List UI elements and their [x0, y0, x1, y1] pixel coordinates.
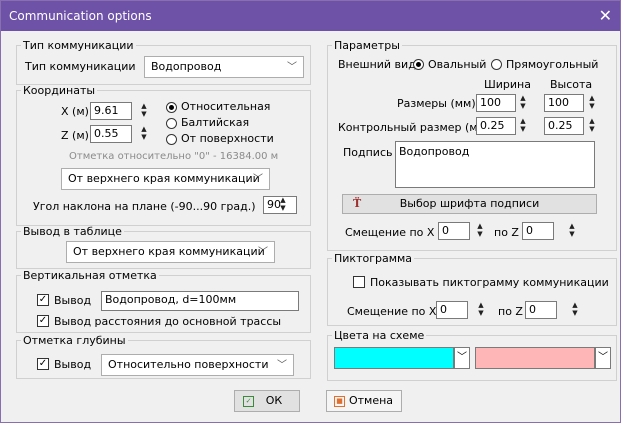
- picto-offset-x-spin-icon[interactable]: ▲ ▼: [476, 301, 486, 319]
- cancel-icon: ■: [334, 396, 345, 407]
- control-size-label: Контрольный размер (м): [338, 121, 482, 134]
- vertical-output-label: Вывод: [54, 294, 92, 307]
- show-pictogram-checkbox[interactable]: [353, 276, 365, 288]
- chevron-down-icon: ﹀: [258, 247, 268, 258]
- picto-offset-z-input[interactable]: 0: [525, 301, 557, 319]
- offset-z-spin-icon[interactable]: ▲ ▼: [567, 222, 577, 240]
- radio-oval-label: Овальный: [428, 58, 487, 71]
- radio-relative[interactable]: [166, 102, 177, 113]
- table-output-legend: Вывод в таблице: [23, 225, 122, 238]
- radio-surface[interactable]: [166, 134, 177, 145]
- offset-z-label: по Z: [494, 226, 519, 239]
- depth-output-checkbox[interactable]: ✓: [37, 358, 49, 370]
- distance-checkbox[interactable]: ✓: [37, 315, 49, 327]
- x-input[interactable]: 9.61: [90, 102, 132, 120]
- radio-rect-label: Прямоугольный: [506, 58, 599, 71]
- depth-mark-legend: Отметка глубины: [23, 334, 126, 347]
- distance-label: Вывод расстояния до основной трассы: [54, 315, 282, 328]
- control-width-input[interactable]: 0.25: [476, 117, 516, 135]
- pictogram-legend: Пиктограмма: [334, 252, 413, 265]
- appearance-label: Внешний вид: [338, 58, 416, 71]
- z-label: Z (м): [61, 129, 89, 142]
- depth-select-value: Относительно поверхности: [108, 358, 269, 371]
- offset-x-input[interactable]: 0: [438, 222, 470, 240]
- ok-label: ОК: [265, 394, 283, 407]
- ok-button[interactable]: ✓ ОК: [234, 390, 300, 412]
- picto-offset-x-input[interactable]: 0: [436, 301, 468, 319]
- chevron-down-icon: ﹀: [277, 360, 287, 371]
- picto-offset-z-label: по Z: [498, 305, 523, 318]
- radio-oval[interactable]: [413, 59, 424, 70]
- title-bar: Communication options ✕: [1, 1, 620, 31]
- depth-select[interactable]: Относительно поверхности ﹀: [101, 354, 294, 376]
- angle-spin-icon[interactable]: ▲ ▼: [278, 196, 288, 214]
- comm-type-legend: Тип коммуникации: [23, 39, 134, 52]
- width-header: Ширина: [484, 78, 531, 91]
- offset-z-input[interactable]: 0: [522, 222, 554, 240]
- comm-type-label: Тип коммуникации: [25, 60, 136, 73]
- size-height-spin-icon[interactable]: ▲ ▼: [587, 94, 597, 112]
- depth-output-label: Вывод: [54, 358, 92, 371]
- offset-label: Смещение по X: [345, 226, 435, 239]
- table-output-value: От верхнего края коммуникации: [73, 245, 265, 258]
- x-label: X (м): [61, 105, 89, 118]
- vertical-output-text[interactable]: Водопровод, d=100мм: [101, 291, 299, 311]
- z-spin-icon[interactable]: ▲ ▼: [139, 125, 149, 143]
- window-title: Communication options: [9, 9, 152, 23]
- font-icon: T̈: [353, 197, 362, 210]
- font-select-label: Выбор шрифта подписи: [399, 197, 540, 210]
- chevron-down-icon[interactable]: ﹀: [595, 347, 611, 369]
- show-pictogram-label: Показывать пиктограмму коммуникации: [370, 276, 609, 289]
- close-icon[interactable]: ✕: [599, 6, 612, 25]
- vertical-output-checkbox[interactable]: ✓: [37, 294, 49, 306]
- picto-offset-label: Смещение по X: [347, 305, 437, 318]
- radio-relative-label: Относительная: [181, 100, 271, 113]
- offset-x-spin-icon[interactable]: ▲ ▼: [475, 222, 485, 240]
- radio-baltic[interactable]: [166, 118, 177, 129]
- size-label: Размеры (мм): [397, 97, 476, 110]
- mark-note: Отметка относительно "0" - 16384.00 м: [69, 151, 279, 162]
- color-swatch-2[interactable]: [475, 347, 595, 369]
- radio-baltic-label: Балтийская: [181, 116, 250, 129]
- control-width-spin-icon[interactable]: ▲ ▼: [518, 117, 528, 135]
- x-spin-icon[interactable]: ▲ ▼: [139, 102, 149, 120]
- table-output-select[interactable]: От верхнего края коммуникации ﹀: [66, 241, 275, 263]
- check-icon: ✓: [243, 396, 254, 407]
- caption-label: Подпись: [343, 146, 393, 159]
- chevron-down-icon: ﹀: [253, 174, 263, 185]
- font-select-button[interactable]: T̈ Выбор шрифта подписи: [342, 194, 597, 214]
- angle-label: Угол наклона на плане (-90...90 град.): [33, 200, 256, 213]
- caption-textarea[interactable]: Водопровод: [395, 141, 595, 188]
- size-height-input[interactable]: 100: [544, 94, 584, 112]
- radio-rect[interactable]: [491, 59, 502, 70]
- cancel-button[interactable]: ■ Отмена: [326, 390, 402, 412]
- control-height-spin-icon[interactable]: ▲ ▼: [587, 117, 597, 135]
- coords-legend: Координаты: [23, 84, 96, 97]
- from-edge-value: От верхнего края коммуникации: [68, 172, 260, 185]
- color-swatch-1[interactable]: [334, 347, 454, 369]
- size-width-input[interactable]: 100: [476, 94, 516, 112]
- picto-offset-z-spin-icon[interactable]: ▲ ▼: [570, 301, 580, 319]
- from-edge-select[interactable]: От верхнего края коммуникации ﹀: [61, 168, 270, 190]
- vertical-mark-legend: Вертикальная отметка: [23, 269, 157, 282]
- radio-surface-label: От поверхности: [181, 132, 274, 145]
- comm-type-value: Водопровод: [151, 60, 222, 73]
- size-width-spin-icon[interactable]: ▲ ▼: [518, 94, 528, 112]
- control-height-input[interactable]: 0.25: [544, 117, 584, 135]
- options-dialog: Communication options ✕ Тип коммуникации…: [0, 0, 621, 423]
- z-input[interactable]: 0.55: [90, 125, 132, 143]
- chevron-down-icon[interactable]: ﹀: [454, 347, 470, 369]
- colors-legend: Цвета на схеме: [334, 329, 425, 342]
- params-legend: Параметры: [334, 39, 400, 52]
- chevron-down-icon: ﹀: [287, 62, 297, 73]
- height-header: Высота: [550, 78, 593, 91]
- comm-type-select[interactable]: Водопровод ﹀: [144, 56, 304, 78]
